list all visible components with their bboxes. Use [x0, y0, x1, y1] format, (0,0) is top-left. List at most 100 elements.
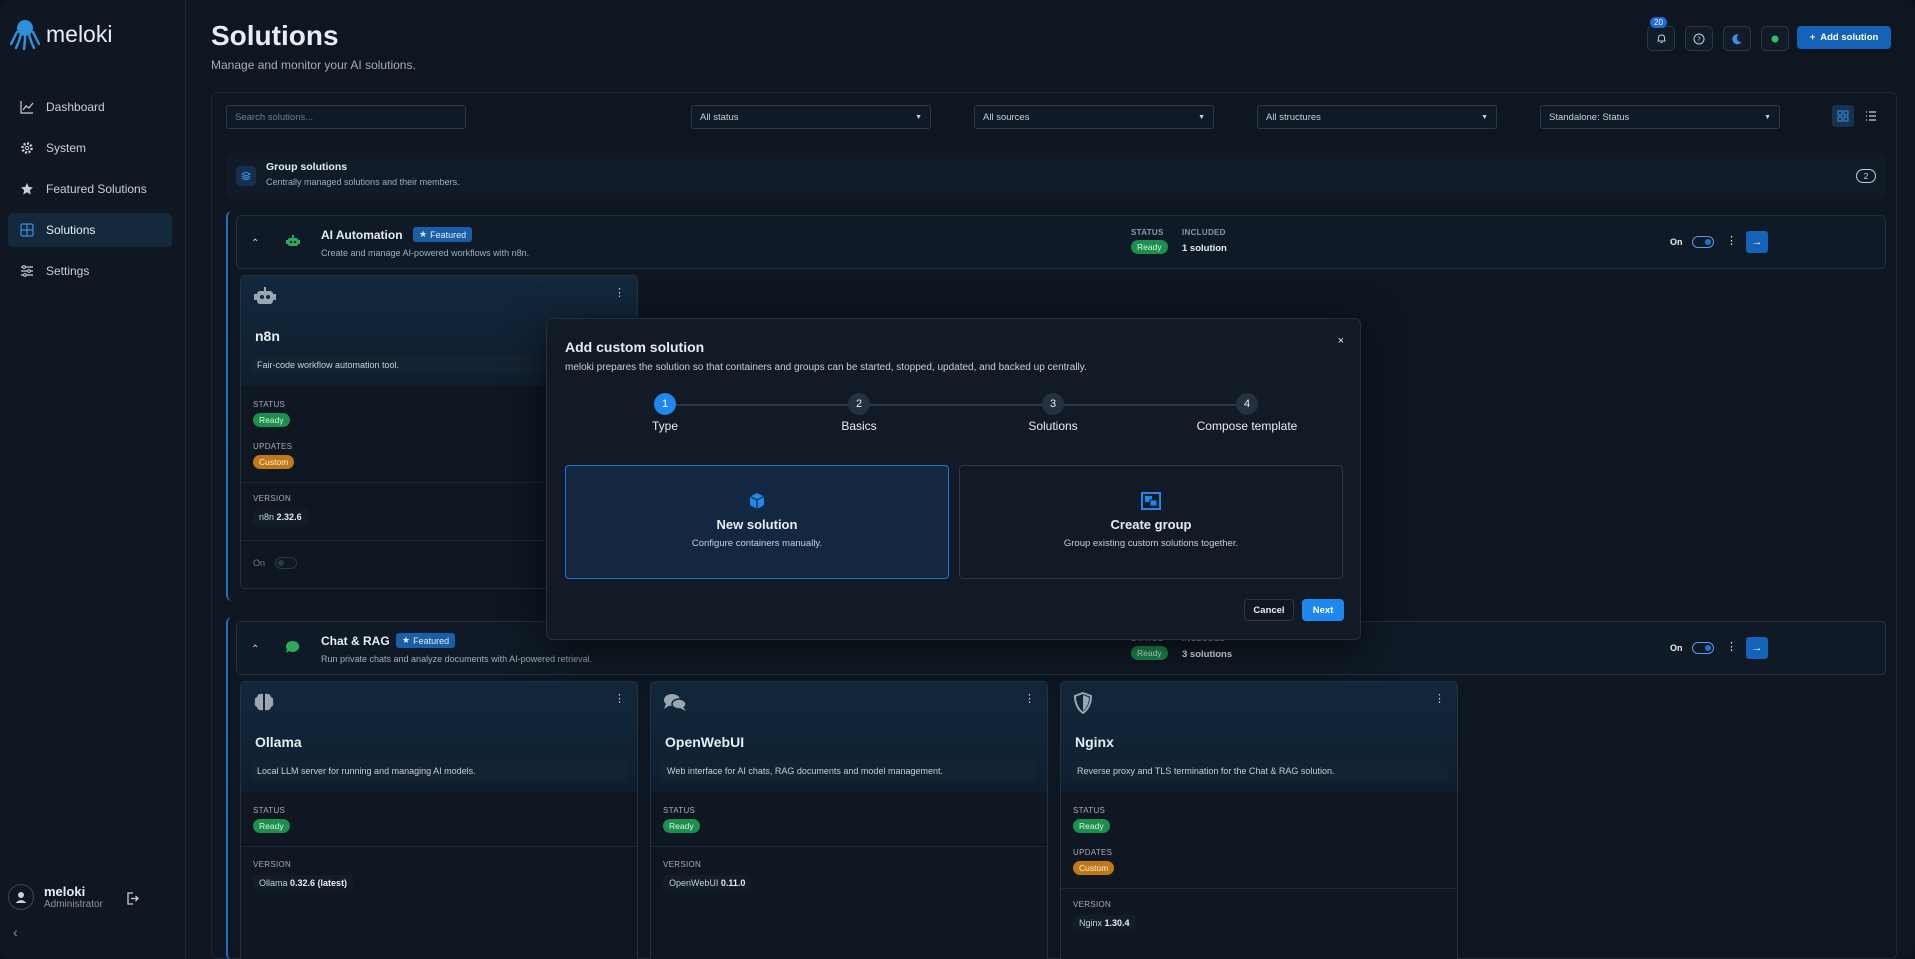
group-subtitle: Create and manage AI-powered workflows w… — [321, 248, 530, 258]
featured-badge: ★ Featured — [413, 227, 473, 242]
divider — [651, 846, 1047, 847]
star-icon: ★ — [419, 229, 428, 239]
divider — [241, 846, 637, 847]
chevron-up-icon[interactable]: ⌃ — [251, 644, 259, 655]
shield-icon — [1073, 691, 1093, 719]
collapse-sidebar-button[interactable]: ‹ — [13, 924, 18, 940]
step-label: Type — [651, 419, 678, 433]
robot-icon — [285, 234, 301, 253]
open-group-button[interactable]: → — [1746, 637, 1768, 659]
included-count: 3 solutions — [1182, 649, 1233, 660]
solution-card-ollama[interactable]: ⋮ Ollama Local LLM server for running an… — [240, 681, 638, 959]
toggle-label: On — [253, 558, 266, 568]
help-button[interactable]: ? — [1685, 26, 1713, 51]
grid-view-button[interactable] — [1832, 105, 1854, 127]
updates-badge: Custom — [253, 455, 295, 469]
arrow-right-icon: → — [1751, 236, 1763, 248]
step-solutions[interactable]: 3 Solutions — [993, 393, 1113, 433]
card-status: STATUS Ready — [253, 400, 290, 428]
sources-filter-value: All sources — [983, 111, 1030, 123]
card-description: Local LLM server for running and managin… — [251, 762, 627, 780]
search-input[interactable] — [226, 105, 466, 129]
bell-icon — [1656, 34, 1666, 43]
next-button[interactable]: Next — [1302, 599, 1344, 621]
version-number: 1.30.4 — [1104, 918, 1130, 928]
close-icon[interactable]: × — [1338, 335, 1344, 347]
step-basics[interactable]: 2 Basics — [799, 393, 919, 433]
group-enable-toggle[interactable] — [1692, 236, 1714, 248]
more-vertical-icon[interactable]: ⋮ — [1726, 234, 1737, 247]
page-title: Solutions — [211, 20, 339, 51]
more-vertical-icon[interactable]: ⋮ — [1434, 692, 1445, 705]
step-number: 4 — [1236, 393, 1258, 415]
version-value: OpenWebUI 0.11.0 — [663, 875, 752, 891]
chevron-up-icon[interactable]: ⌃ — [251, 238, 259, 249]
card-name: Ollama — [255, 734, 302, 750]
status-label: STATUS — [1073, 806, 1106, 815]
more-vertical-icon[interactable]: ⋮ — [614, 692, 625, 705]
more-vertical-icon[interactable]: ⋮ — [1024, 692, 1035, 705]
card-description: Reverse proxy and TLS termination for th… — [1071, 762, 1447, 780]
toggle-label: On — [1670, 643, 1683, 653]
more-vertical-icon[interactable]: ⋮ — [614, 286, 625, 299]
status-filter-value: All status — [700, 111, 739, 123]
group-count-badge: 2 — [1856, 169, 1876, 183]
add-solution-button[interactable]: + Add solution — [1797, 26, 1891, 49]
group-chat-rag: ⌃ Chat & RAG ★ Featured Run private chats… — [226, 617, 1886, 959]
sidebar-item-solutions[interactable]: Solutions — [8, 213, 172, 247]
moon-icon — [1732, 33, 1742, 44]
add-custom-solution-dialog: Add custom solution × meloki prepares th… — [546, 318, 1361, 640]
featured-badge: ★ Featured — [396, 633, 456, 648]
sidebar-item-settings[interactable]: Settings — [8, 254, 172, 288]
sources-filter-select[interactable]: All sources ▼ — [974, 105, 1214, 129]
cancel-button[interactable]: Cancel — [1244, 599, 1294, 621]
sidebar-item-label: Featured Solutions — [46, 182, 147, 196]
brand-name: meloki — [46, 20, 113, 47]
structures-filter-value: All structures — [1266, 111, 1321, 123]
sidebar-item-dashboard[interactable]: Dashboard — [8, 90, 172, 124]
notifications-button[interactable]: 20 — [1647, 17, 1675, 51]
sidebar: meloki Dashboard System Featured Solutio… — [0, 0, 186, 959]
status-filter-select[interactable]: All status ▼ — [691, 105, 931, 129]
sidebar-item-label: System — [46, 141, 87, 155]
status-badge: Ready — [253, 819, 290, 833]
online-dot-icon — [1771, 35, 1779, 42]
standalone-filter-value: Standalone: Status — [1549, 111, 1630, 123]
toggle-label: On — [1670, 237, 1683, 247]
standalone-filter-select[interactable]: Standalone: Status ▼ — [1540, 105, 1780, 129]
object-group-icon — [960, 492, 1342, 515]
more-vertical-icon[interactable]: ⋮ — [1726, 640, 1737, 653]
view-toggle — [1832, 105, 1882, 127]
status-badge: Ready — [1131, 646, 1168, 660]
open-group-button[interactable]: → — [1746, 231, 1768, 253]
list-view-icon — [1866, 111, 1876, 121]
theme-toggle-button[interactable] — [1723, 26, 1751, 51]
sidebar-item-label: Settings — [46, 264, 90, 278]
logo[interactable]: meloki — [10, 18, 112, 50]
list-view-button[interactable] — [1860, 105, 1882, 127]
robot-icon — [253, 286, 277, 311]
solution-enable-toggle[interactable] — [275, 557, 297, 569]
step-number: 1 — [654, 393, 676, 415]
card-description: Web interface for AI chats, RAG document… — [661, 762, 1037, 780]
chart-line-icon — [20, 101, 34, 114]
option-create-group[interactable]: Create group Group existing custom solut… — [959, 465, 1343, 579]
sidebar-item-featured-solutions[interactable]: Featured Solutions — [8, 172, 172, 206]
sidebar-item-system[interactable]: System — [8, 131, 172, 165]
step-type[interactable]: 1 Type — [605, 393, 725, 433]
group-enable-toggle[interactable] — [1692, 642, 1714, 654]
group-row: ⌃ AI Automation ★ Featured Create and man… — [236, 215, 1886, 269]
step-compose-template[interactable]: 4 Compose template — [1187, 393, 1307, 433]
logout-button[interactable] — [126, 892, 139, 910]
chat-bubble-icon — [285, 640, 301, 659]
status-badge: Ready — [1131, 240, 1168, 254]
structures-filter-select[interactable]: All structures ▼ — [1257, 105, 1497, 129]
version-value: Ollama 0.32.6 (latest) — [253, 875, 354, 891]
status-indicator-button[interactable] — [1761, 26, 1789, 51]
chevron-down-icon: ▼ — [1198, 113, 1205, 121]
status-badge: Ready — [663, 819, 700, 833]
avatar[interactable] — [8, 884, 34, 910]
solution-card-nginx[interactable]: ⋮ Nginx Reverse proxy and TLS terminatio… — [1060, 681, 1458, 959]
solution-card-openwebui[interactable]: ⋮ OpenWebUI Web interface for AI chats, … — [650, 681, 1048, 959]
option-new-solution[interactable]: New solution Configure containers manual… — [565, 465, 949, 579]
